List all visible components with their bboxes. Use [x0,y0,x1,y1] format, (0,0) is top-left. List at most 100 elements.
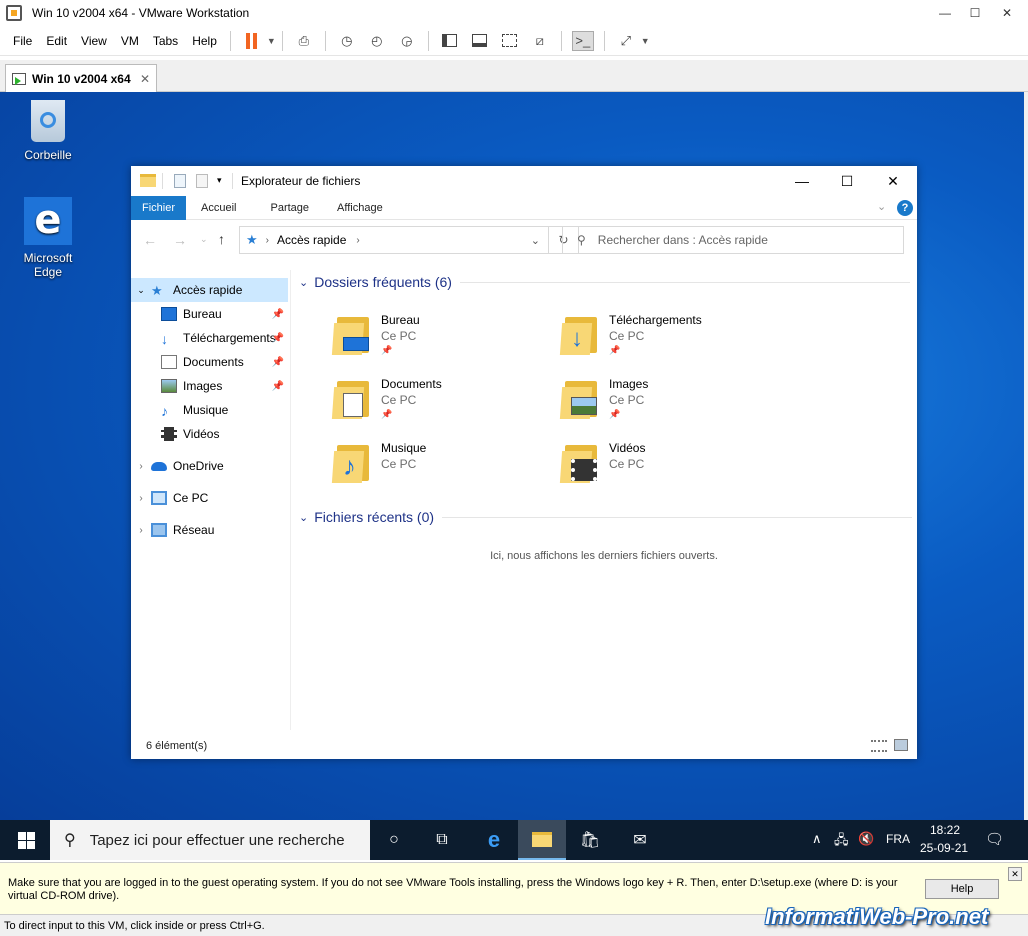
folder-tile-documents[interactable]: Documents Ce PC 📌 [331,377,553,433]
search-box[interactable]: ⚲ Rechercher dans : Accès rapide [562,226,904,254]
search-input[interactable]: Rechercher dans : Accès rapide [598,233,768,247]
file-explorer-taskbar-icon[interactable] [518,820,566,860]
collapse-group-icon[interactable]: ⌄ [299,276,308,289]
nav-quick-access[interactable]: ⌄ ★ Accès rapide [131,278,288,302]
large-icons-view-icon[interactable] [894,739,908,751]
nav-onedrive[interactable]: › OneDrive [131,454,288,478]
menu-help[interactable]: Help [185,34,224,48]
language-indicator[interactable]: FRA [886,832,910,846]
expand-ribbon-icon[interactable]: ⌄ [877,200,886,213]
expand-chevron-icon[interactable]: › [131,493,151,504]
snapshot-icon[interactable]: ◷ [336,31,358,51]
frequent-folders-header[interactable]: ⌄ Dossiers fréquents (6) [299,274,910,290]
pin-icon: 📌 [609,345,621,355]
vmware-close-button[interactable]: ✕ [992,0,1022,26]
expand-chevron-icon[interactable]: › [131,461,151,472]
nav-label: Documents [183,355,244,369]
nav-item-musique[interactable]: ♪ Musique [131,398,288,422]
folder-name: Musique [381,441,427,455]
address-dropdown-icon[interactable]: ⌄ [531,234,540,247]
nav-item-videos[interactable]: Vidéos [131,422,288,446]
task-view-icon[interactable]: ⧉ [418,820,466,860]
search-icon: ⚲ [64,832,76,849]
console-view-icon[interactable]: >_ [571,30,594,51]
show-library-icon[interactable] [439,31,461,51]
explorer-close-button[interactable]: ✕ [870,166,916,196]
menu-vm[interactable]: VM [114,34,146,48]
revert-snapshot-icon[interactable]: ◴ [366,31,388,51]
nav-network[interactable]: › Réseau [131,518,288,542]
vmware-maximize-button[interactable]: ☐ [960,0,990,26]
clock-time[interactable]: 18:22 [930,823,960,837]
pause-dropdown-icon[interactable]: ▼ [267,36,276,46]
nav-item-telechargements[interactable]: ↓ Téléchargements 📌 [131,326,288,350]
help-button[interactable]: Help [925,879,999,899]
up-icon[interactable]: ↑ [218,231,225,247]
network-tray-icon[interactable]: 🖧 [834,831,849,853]
unity-icon[interactable]: ⧄ [529,31,551,51]
expand-chevron-icon[interactable]: › [131,525,151,536]
tab-affichage[interactable]: Affichage [326,196,394,220]
edge-taskbar-icon[interactable]: e [470,820,518,860]
cortana-icon[interactable]: ○ [370,820,418,860]
menu-file[interactable]: File [6,34,39,48]
help-icon[interactable]: ? [897,200,913,216]
menu-tabs[interactable]: Tabs [146,34,185,48]
show-hidden-icons-icon[interactable]: ∧ [812,831,822,847]
desktop-icon-recycle-bin[interactable]: Corbeille [8,100,88,162]
taskbar-search-input[interactable]: Tapez ici pour effectuer une recherche [90,832,345,849]
address-box[interactable]: ★ › Accès rapide › ⌄ [239,226,549,254]
action-center-icon[interactable]: 🗨 [985,830,1004,848]
tab-accueil[interactable]: Accueil [190,196,247,220]
mail-icon[interactable]: ✉ [616,820,664,860]
taskbar-search-box[interactable]: ⚲ Tapez ici pour effectuer une recherche [50,820,370,860]
vmware-minimize-button[interactable]: — [930,0,960,26]
explorer-maximize-button[interactable]: ☐ [824,166,870,196]
close-info-bar-icon[interactable]: ✕ [1008,867,1022,881]
nav-item-bureau[interactable]: Bureau 📌 [131,302,288,326]
collapse-chevron-icon[interactable]: ⌄ [131,285,151,296]
qat-dropdown-icon[interactable]: ▾ [217,175,222,186]
folder-tile-telechargements[interactable]: ↓ Téléchargements Ce PC 📌 [559,313,781,369]
windows-start-icon[interactable] [2,820,50,860]
back-icon[interactable]: ← [143,232,157,248]
properties-icon[interactable] [174,174,186,188]
thumbnail-bar-icon[interactable] [469,31,491,51]
folder-tile-bureau[interactable]: Bureau Ce PC 📌 [331,313,553,369]
recent-locations-icon[interactable]: ⌄ [200,234,208,245]
full-screen-icon[interactable] [499,31,521,51]
send-ctrl-alt-del-icon[interactable]: ⎙ [293,31,315,51]
recent-files-header[interactable]: ⌄ Fichiers récents (0) [299,509,913,525]
details-view-icon[interactable] [871,740,887,752]
folder-tile-images[interactable]: Images Ce PC 📌 [559,377,781,433]
explorer-minimize-button[interactable]: — [779,166,825,196]
music-folder-icon: ♪ [331,441,373,483]
nav-item-images[interactable]: Images 📌 [131,374,288,398]
nav-this-pc[interactable]: › Ce PC [131,486,288,510]
new-folder-icon[interactable] [196,174,208,188]
tab-partage[interactable]: Partage [259,196,320,220]
tab-fichier[interactable]: Fichier [131,195,187,220]
collapse-group-icon[interactable]: ⌄ [299,511,308,524]
volume-muted-icon[interactable]: 🔇 [858,831,874,847]
vertical-scrollbar[interactable] [1024,92,1028,820]
vm-tab[interactable]: Win 10 v2004 x64 ✕ [5,64,157,92]
forward-icon[interactable]: → [173,232,187,248]
address-path[interactable]: Accès rapide [277,233,346,247]
folder-tile-videos[interactable]: Vidéos Ce PC [559,441,781,497]
breadcrumb-chevron-icon[interactable]: › [356,235,359,246]
menu-view[interactable]: View [74,34,114,48]
folder-tile-musique[interactable]: ♪ Musique Ce PC [331,441,553,497]
menu-edit[interactable]: Edit [39,34,74,48]
clock-date[interactable]: 25-09-21 [920,841,968,855]
snapshot-manager-icon[interactable]: ◶ [396,31,418,51]
windows-taskbar: ⚲ Tapez ici pour effectuer une recherche… [0,820,1028,860]
vmware-window-title: Win 10 v2004 x64 - VMware Workstation [32,6,250,20]
stretch-dropdown-icon[interactable]: ▼ [641,36,650,46]
desktop-icon-edge[interactable]: e Microsoft Edge [8,197,88,279]
close-tab-icon[interactable]: ✕ [140,72,150,86]
nav-item-documents[interactable]: Documents 📌 [131,350,288,374]
pause-icon[interactable] [241,31,263,51]
store-icon[interactable]: 🛍 [566,820,614,860]
stretch-guest-icon[interactable]: ⤢ [615,31,637,51]
